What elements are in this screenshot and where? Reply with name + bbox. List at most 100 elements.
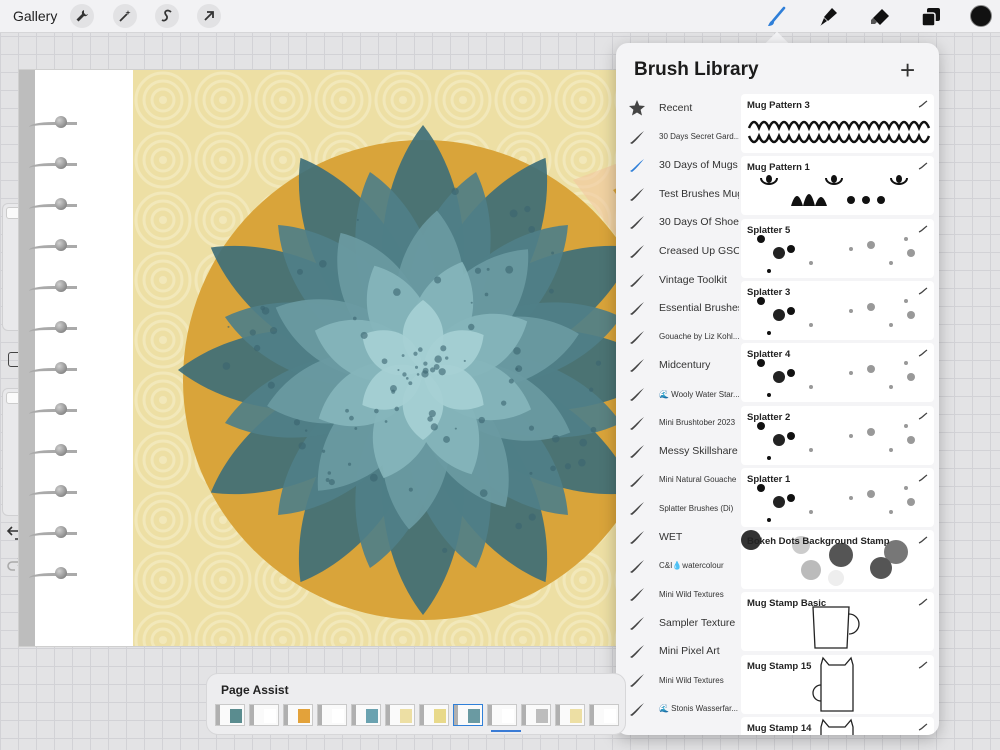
brush-set-item[interactable]: Mini Brushtober 2023	[616, 409, 740, 437]
notebook-ring	[29, 286, 77, 296]
brush-set-item[interactable]: C&I💧watercolour	[616, 552, 740, 580]
transform-arrow-icon[interactable]	[197, 4, 221, 28]
page-thumbnail[interactable]	[419, 704, 449, 726]
brush-card[interactable]: Mug Stamp Basic	[741, 592, 934, 651]
brush-set-item[interactable]: Creased Up GSC	[616, 237, 740, 265]
brush-set-label: Test Brushes Mugs	[659, 188, 739, 200]
brush-stroke-icon	[628, 700, 646, 718]
brush-set-label: Mini Brushtober 2023	[659, 418, 739, 427]
page-thumbnail[interactable]	[521, 704, 551, 726]
brush-name: Splatter 2	[747, 412, 790, 423]
brush-set-item[interactable]: Recent	[616, 94, 740, 122]
brush-set-item[interactable]: Mini Wild Textures	[616, 580, 740, 608]
petal-speckle	[429, 410, 436, 417]
brush-set-item[interactable]: WET	[616, 523, 740, 551]
brush-set-item[interactable]: Sampler Texture	[616, 609, 740, 637]
brush-icon[interactable]	[765, 5, 789, 29]
gallery-button[interactable]: Gallery	[13, 8, 57, 24]
petal-speckle	[475, 268, 481, 274]
petal-speckle	[294, 419, 300, 425]
layers-icon[interactable]	[919, 5, 943, 29]
page-thumbnail[interactable]	[215, 704, 245, 726]
petal-speckle	[528, 226, 535, 233]
notebook-ring-knob	[55, 362, 67, 374]
brush-card[interactable]: Splatter 2	[741, 406, 934, 465]
brush-card[interactable]: Mug Stamp 15	[741, 655, 934, 714]
page-thumbnail[interactable]	[385, 704, 415, 726]
brush-card[interactable]: Splatter 5	[741, 219, 934, 278]
page-thumbnail[interactable]	[555, 704, 585, 726]
petal-speckle	[589, 388, 593, 392]
brush-set-label: Sampler Texture	[659, 617, 739, 629]
petal-speckle	[440, 345, 446, 351]
wrench-icon[interactable]	[70, 4, 94, 28]
brush-stroke-icon	[918, 536, 928, 544]
brush-set-item[interactable]: Midcentury	[616, 351, 740, 379]
brush-set-item[interactable]: 🌊 Wooly Water Star...	[616, 380, 740, 408]
petal-speckle	[434, 276, 441, 283]
brush-card[interactable]: Mug Stamp 14	[741, 717, 934, 735]
star-icon	[628, 99, 646, 117]
petal-speckle	[485, 293, 489, 297]
petal-speckle	[427, 416, 433, 422]
brush-set-item[interactable]: Vintage Toolkit	[616, 266, 740, 294]
brush-card[interactable]: Splatter 4	[741, 343, 934, 402]
petal-speckle	[402, 372, 406, 376]
brush-card[interactable]: Mug Pattern 3	[741, 94, 934, 153]
brush-stroke-icon	[628, 328, 646, 346]
page-thumbnail[interactable]	[317, 704, 347, 726]
brush-set-item[interactable]: Mini Wild Textures	[616, 666, 740, 694]
petal-speckle	[349, 416, 354, 421]
page-thumbnail[interactable]	[589, 704, 619, 726]
notebook-ring	[29, 450, 77, 460]
brush-card[interactable]: Splatter 3	[741, 281, 934, 340]
notebook-ring	[29, 409, 77, 419]
brush-set-item[interactable]: Gouache by Liz Kohl...	[616, 323, 740, 351]
brush-stroke-icon	[628, 499, 646, 517]
selection-s-icon[interactable]	[155, 4, 179, 28]
page-thumbnail[interactable]	[487, 704, 517, 726]
brush-name: Mug Pattern 3	[747, 100, 810, 111]
brush-set-item[interactable]: 30 Days Of Shoes	[616, 208, 740, 236]
page-thumbnail[interactable]	[283, 704, 313, 726]
eraser-icon[interactable]	[868, 5, 892, 29]
page-thumbnail[interactable]	[453, 704, 483, 726]
petal-speckle	[529, 472, 532, 475]
petal-speckle	[393, 288, 401, 296]
brush-card[interactable]: Splatter 1	[741, 468, 934, 527]
brush-set-label: Gouache by Liz Kohl...	[659, 332, 739, 341]
notebook-ring-knob	[55, 526, 67, 538]
page-thumbnail[interactable]	[249, 704, 279, 726]
add-brush-set-button[interactable]: +	[900, 57, 915, 83]
brush-set-item[interactable]: 30 Days of Mugs	[616, 151, 740, 179]
petal-speckle	[455, 428, 457, 430]
brush-set-item[interactable]: Mini Natural Gouache	[616, 466, 740, 494]
brush-set-item[interactable]: Messy Skillshare	[616, 437, 740, 465]
petal-speckle	[415, 366, 418, 369]
brush-set-label: Mini Pixel Art	[659, 645, 739, 657]
magic-wand-icon[interactable]	[113, 4, 137, 28]
petal-speckle	[397, 369, 399, 371]
brush-set-item[interactable]: Essential Brushes	[616, 294, 740, 322]
brush-set-item[interactable]: Test Brushes Mugs	[616, 180, 740, 208]
page-thumbnail[interactable]	[351, 704, 381, 726]
brush-stroke-icon	[918, 474, 928, 482]
petal-speckle	[329, 479, 335, 485]
page-assist-panel: Page Assist	[206, 673, 626, 735]
petal-speckle	[439, 368, 446, 375]
brush-set-item[interactable]: 🌊 Stonis Wasserfar...	[616, 695, 740, 723]
brush-card[interactable]: Mug Pattern 1	[741, 156, 934, 215]
brush-stroke-icon	[918, 162, 928, 170]
brush-stroke-icon	[628, 442, 646, 460]
brush-name: Splatter 1	[747, 474, 790, 485]
petal-speckle	[390, 385, 397, 392]
smudge-icon[interactable]	[816, 5, 840, 29]
petal-speckle	[345, 409, 349, 413]
brush-set-item[interactable]: 30 Days Secret Gard...	[616, 123, 740, 151]
drawing-canvas[interactable]	[18, 69, 718, 647]
petal-speckle	[361, 332, 368, 339]
brush-set-item[interactable]: Splatter Brushes (Di)	[616, 494, 740, 522]
brush-set-item[interactable]: Mini Pixel Art	[616, 637, 740, 665]
color-swatch-button[interactable]	[970, 5, 992, 27]
brush-card[interactable]: Bokeh Dots Background Stamp	[741, 530, 934, 589]
